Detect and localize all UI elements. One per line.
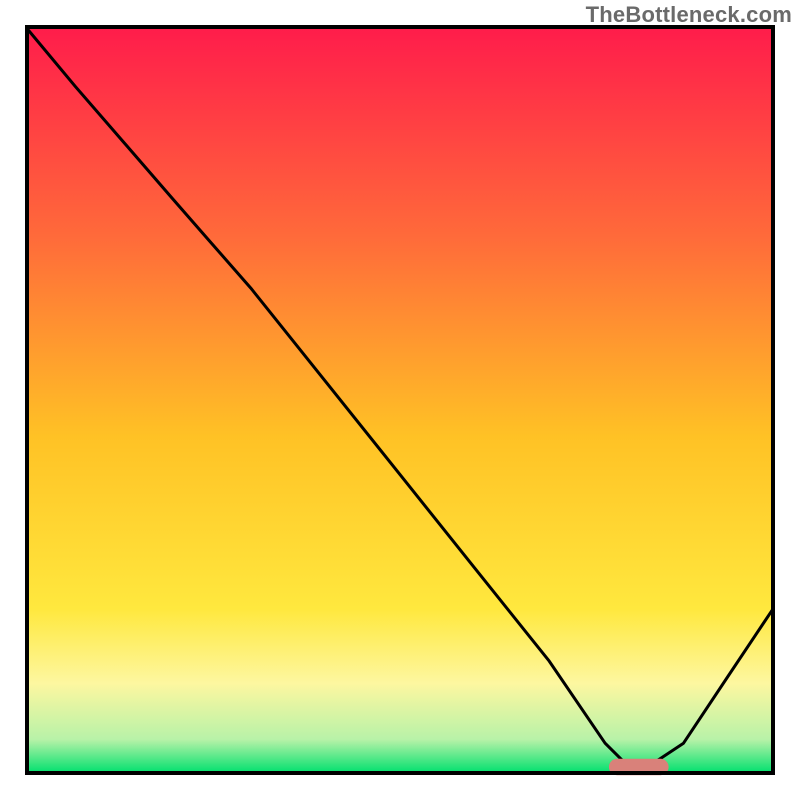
gradient-background [27, 27, 773, 773]
bottleneck-chart [0, 0, 800, 800]
chart-container: TheBottleneck.com [0, 0, 800, 800]
plot-area [27, 27, 773, 775]
